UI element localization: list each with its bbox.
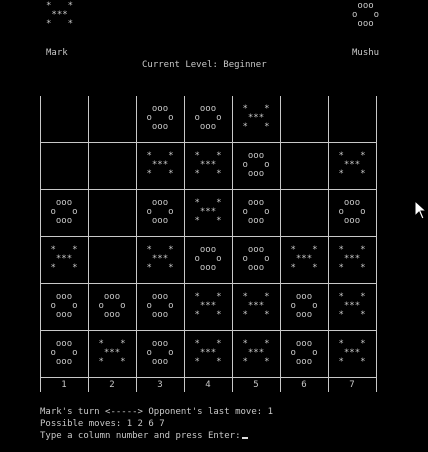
- board-column-line: [376, 96, 377, 392]
- column-number[interactable]: 3: [137, 380, 183, 390]
- board-cell: * * *** * *: [329, 284, 375, 329]
- board-cell: * * *** * *: [329, 331, 375, 376]
- board-cell: * * *** * *: [233, 284, 279, 329]
- o-piece-icon: ooo o o ooo: [290, 292, 318, 320]
- board-cell: * * *** * *: [185, 331, 231, 376]
- board-cell: ooo o o ooo: [233, 237, 279, 282]
- o-piece-icon: ooo o o ooo: [146, 104, 174, 132]
- board-cell: * * *** * *: [329, 143, 375, 188]
- board-cell: ooo o o ooo: [137, 284, 183, 329]
- board-cell: ooo o o ooo: [137, 190, 183, 235]
- board-cell: [281, 96, 327, 141]
- prompt-label: Type a column number and press Enter:: [40, 431, 241, 441]
- column-number[interactable]: 1: [41, 380, 87, 390]
- star-piece-icon: * * *** * *: [194, 339, 222, 367]
- board-cell: ooo o o ooo: [89, 284, 135, 329]
- board-cell: * * *** * *: [137, 143, 183, 188]
- current-level: Current Level: Beginner: [142, 60, 267, 70]
- board-cell: [281, 143, 327, 188]
- board-cell: * * *** * *: [233, 96, 279, 141]
- o-piece-icon: ooo o o ooo: [146, 339, 174, 367]
- board-cell: * * *** * *: [185, 143, 231, 188]
- star-piece-icon: * * *** * *: [194, 292, 222, 320]
- board-cell: [89, 237, 135, 282]
- board-cell: ooo o o ooo: [185, 96, 231, 141]
- star-piece-icon: * * *** * *: [338, 245, 366, 273]
- star-piece-icon: * * *** * *: [242, 339, 270, 367]
- o-piece-icon: ooo o o ooo: [338, 198, 366, 226]
- star-piece-icon: * * *** * *: [338, 151, 366, 179]
- star-piece-icon: * * *** * *: [50, 245, 78, 273]
- o-piece-icon: ooo o o ooo: [242, 245, 270, 273]
- board-cell: * * *** * *: [281, 237, 327, 282]
- player-right-name: Mushu: [352, 48, 380, 58]
- mouse-pointer-icon: [414, 200, 428, 220]
- column-number[interactable]: 7: [329, 380, 375, 390]
- column-number[interactable]: 6: [281, 380, 327, 390]
- board-cell: [41, 143, 87, 188]
- star-piece-icon: * * *** * *: [146, 245, 174, 273]
- star-piece-icon: * * *** * *: [290, 245, 318, 273]
- board-cell: * * *** * *: [185, 190, 231, 235]
- o-piece-icon: ooo o o ooo: [194, 245, 222, 273]
- board-cell: ooo o o ooo: [281, 284, 327, 329]
- o-piece-icon: ooo o o ooo: [194, 104, 222, 132]
- status-area: Mark's turn <-----> Opponent's last move…: [40, 406, 273, 442]
- player-left-name: Mark: [46, 48, 68, 58]
- star-piece-icon: * * *** * *: [194, 198, 222, 226]
- input-prompt[interactable]: Type a column number and press Enter:: [40, 430, 273, 442]
- board-cell: * * *** * *: [233, 331, 279, 376]
- column-number[interactable]: 4: [185, 380, 231, 390]
- board-cell: * * *** * *: [89, 331, 135, 376]
- star-piece-icon: * * *** * *: [242, 104, 270, 132]
- turn-status: Mark's turn <-----> Opponent's last move…: [40, 407, 273, 417]
- board-cell: ooo o o ooo: [329, 190, 375, 235]
- board-cell: ooo o o ooo: [233, 143, 279, 188]
- o-piece-icon: ooo o o ooo: [242, 198, 270, 226]
- o-piece-icon: ooo o o ooo: [50, 198, 78, 226]
- o-piece-icon: ooo o o ooo: [146, 292, 174, 320]
- text-cursor[interactable]: [242, 437, 249, 439]
- board-cell: * * *** * *: [137, 237, 183, 282]
- board-cell: [89, 190, 135, 235]
- board-cell: * * *** * *: [41, 237, 87, 282]
- board-cell: [329, 96, 375, 141]
- star-piece-icon: * * *** * *: [146, 151, 174, 179]
- star-piece-icon: * * *** * *: [194, 151, 222, 179]
- o-piece-icon: ooo o o ooo: [50, 339, 78, 367]
- board-cell: ooo o o ooo: [41, 331, 87, 376]
- board-cell: [89, 96, 135, 141]
- column-number[interactable]: 2: [89, 380, 135, 390]
- star-piece-icon: * * *** * *: [338, 339, 366, 367]
- board-cell: ooo o o ooo: [233, 190, 279, 235]
- board-cell: [41, 96, 87, 141]
- board-cell: [281, 190, 327, 235]
- board-cell: ooo o o ooo: [185, 237, 231, 282]
- o-piece-icon: ooo o o ooo: [50, 292, 78, 320]
- board-row-line: [40, 377, 377, 378]
- o-piece-icon: ooo o o ooo: [98, 292, 126, 320]
- board-cell: ooo o o ooo: [281, 331, 327, 376]
- column-number[interactable]: 5: [233, 380, 279, 390]
- star-piece-icon: * * *** * *: [98, 339, 126, 367]
- o-piece-icon: ooo o o ooo: [242, 151, 270, 179]
- possible-moves: Possible moves: 1 2 6 7: [40, 419, 165, 429]
- mark-piece-icon: * * *** * *: [46, 1, 74, 29]
- board-cell: ooo o o ooo: [41, 284, 87, 329]
- o-piece-icon: ooo o o ooo: [290, 339, 318, 367]
- star-piece-icon: * * *** * *: [338, 292, 366, 320]
- board-cell: * * *** * *: [185, 284, 231, 329]
- board-cell: ooo o o ooo: [137, 96, 183, 141]
- o-piece-icon: ooo o o ooo: [146, 198, 174, 226]
- board-cell: * * *** * *: [329, 237, 375, 282]
- board-cell: ooo o o ooo: [41, 190, 87, 235]
- board-cell: ooo o o ooo: [137, 331, 183, 376]
- mushu-piece-icon: ooo o o ooo: [352, 1, 380, 29]
- board-cell: [89, 143, 135, 188]
- star-piece-icon: * * *** * *: [242, 292, 270, 320]
